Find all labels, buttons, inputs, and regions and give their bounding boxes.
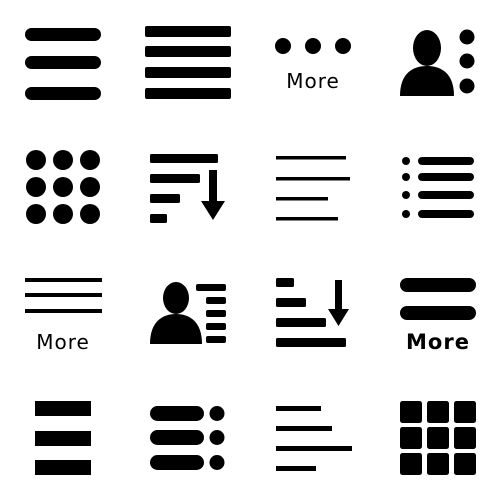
menu-square-bars-icon [35,401,91,475]
square-grid-icon [400,401,476,475]
dots-grid-icon [26,150,100,224]
more-label: More [406,330,470,354]
hamburger-menu-rounded-icon [25,28,101,100]
icon-sheet: More More More [0,0,501,501]
bars-with-dots-icon [150,406,225,470]
menu-bold-more-icon: More [400,278,476,354]
more-label: More [36,330,90,354]
more-label: More [286,69,340,93]
icon-sheet-canvas: More More More [0,0,501,501]
